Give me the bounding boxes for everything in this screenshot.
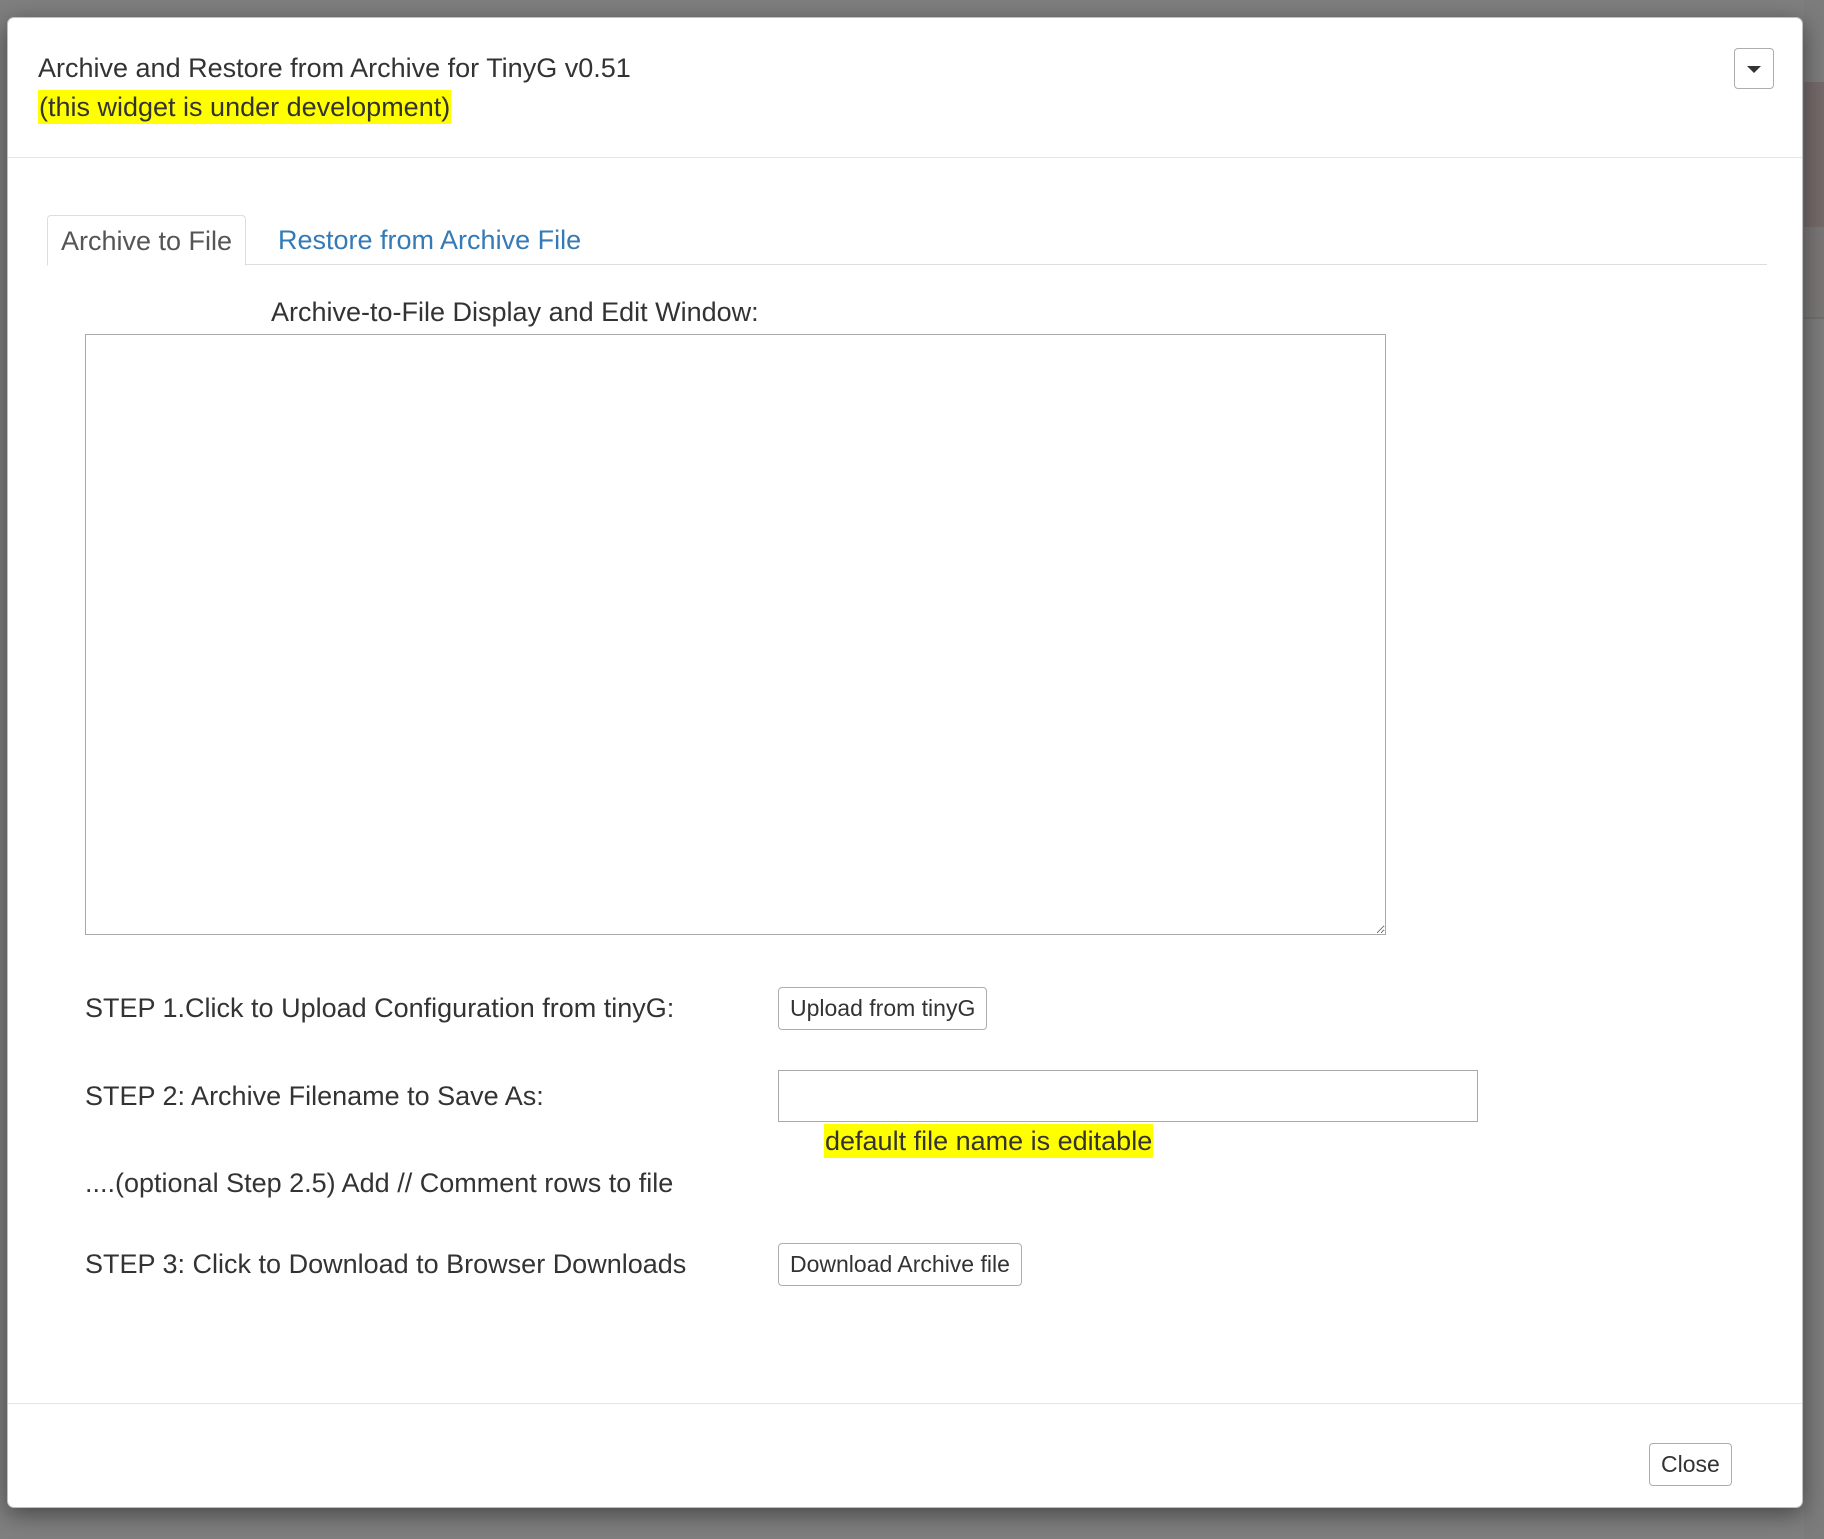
download-archive-file-button[interactable]: Download Archive file bbox=[778, 1243, 1022, 1286]
development-note: (this widget is under development) bbox=[38, 90, 452, 124]
upload-from-tinyg-button[interactable]: Upload from tinyG bbox=[778, 987, 988, 1030]
dialog-body: Archive to File Restore from Archive Fil… bbox=[8, 158, 1802, 1403]
tab-archive-to-file[interactable]: Archive to File bbox=[47, 215, 247, 266]
dropdown-toggle-button[interactable] bbox=[1734, 48, 1774, 89]
dialog-footer: Close bbox=[8, 1403, 1802, 1507]
background-band bbox=[1804, 82, 1824, 227]
tab-restore-from-archive-file[interactable]: Restore from Archive File bbox=[265, 215, 594, 265]
step2-label: STEP 2: Archive Filename to Save As: bbox=[85, 1081, 544, 1111]
archive-display-textarea[interactable] bbox=[85, 334, 1386, 935]
background-page bbox=[1804, 0, 1824, 1539]
display-window-label: Archive-to-File Display and Edit Window: bbox=[271, 297, 759, 327]
step1-label: STEP 1.Click to Upload Configuration fro… bbox=[85, 993, 675, 1023]
archive-restore-dialog: Archive and Restore from Archive for Tin… bbox=[7, 17, 1803, 1508]
tab-bar: Archive to File Restore from Archive Fil… bbox=[47, 215, 1767, 266]
archive-filename-input[interactable] bbox=[778, 1070, 1478, 1122]
filename-editable-note: default file name is editable bbox=[824, 1124, 1154, 1158]
background-band bbox=[1804, 227, 1824, 317]
caret-down-icon bbox=[1747, 66, 1761, 73]
close-button[interactable]: Close bbox=[1649, 1443, 1732, 1486]
dialog-title: Archive and Restore from Archive for Tin… bbox=[38, 53, 631, 83]
dialog-header: Archive and Restore from Archive for Tin… bbox=[8, 18, 1802, 158]
step25-label: ....(optional Step 2.5) Add // Comment r… bbox=[85, 1168, 674, 1198]
step3-label: STEP 3: Click to Download to Browser Dow… bbox=[85, 1249, 687, 1279]
background-divider bbox=[1804, 317, 1824, 319]
